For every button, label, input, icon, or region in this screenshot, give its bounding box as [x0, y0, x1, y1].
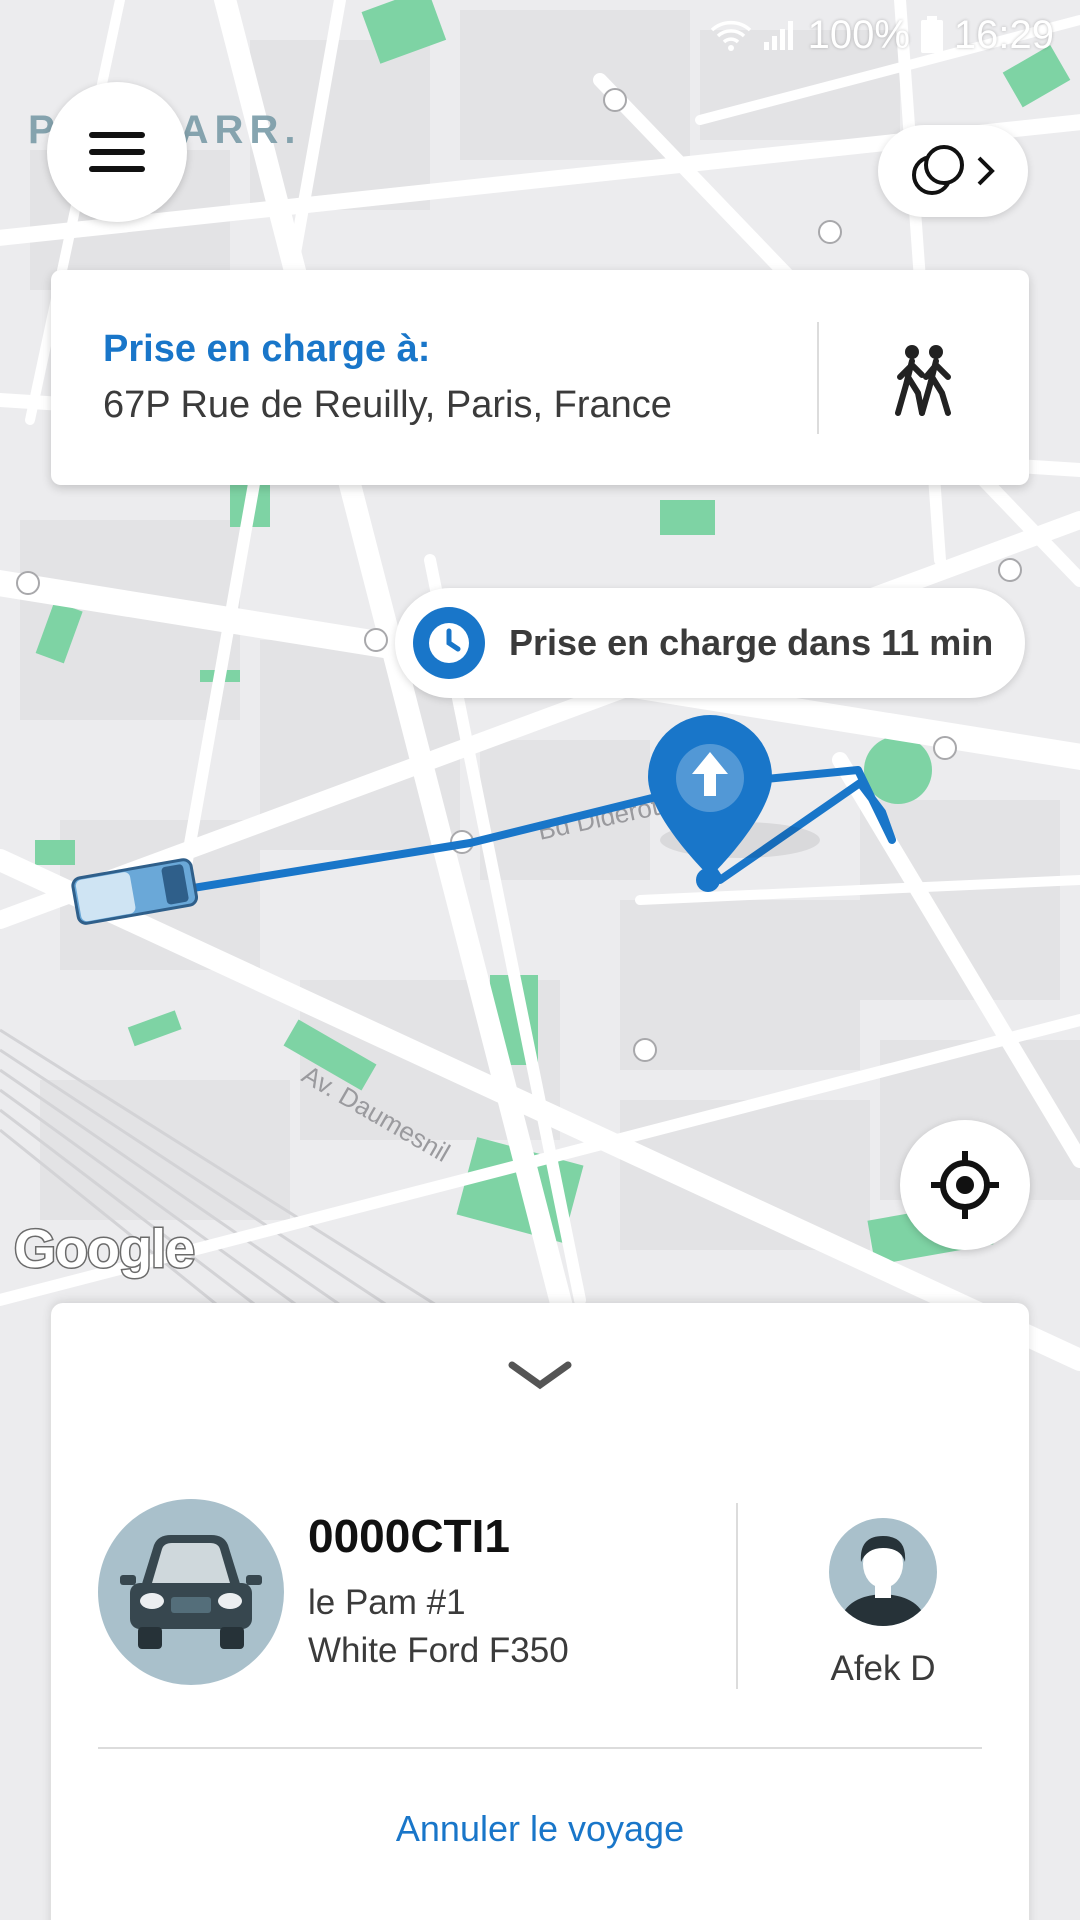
sheet-divider-horizontal: [98, 1747, 982, 1749]
pickup-card[interactable]: Prise en charge à: 67P Rue de Reuilly, P…: [51, 270, 1029, 485]
clock-time: 16:29: [953, 12, 1054, 57]
signal-icon: [763, 21, 793, 50]
vehicle-plate: 0000CTI1: [308, 1510, 511, 1562]
battery-icon: [920, 16, 943, 53]
trip-bottom-sheet: 0000CTI1 le Pam #1 White Ford F350 Afek …: [51, 1303, 1029, 1920]
hamburger-icon: [89, 132, 145, 172]
menu-button[interactable]: [47, 82, 187, 222]
vehicle-name: le Pam #1: [308, 1583, 466, 1622]
crosshair-icon: [931, 1151, 999, 1219]
chevron-down-icon: [508, 1361, 572, 1390]
collapse-sheet-button[interactable]: [500, 1351, 580, 1401]
driver-avatar[interactable]: [829, 1518, 937, 1626]
cancel-trip-button[interactable]: Annuler le voyage: [51, 1808, 1029, 1850]
pickup-divider: [817, 322, 819, 434]
status-bar: 100% 16:29: [0, 0, 1080, 70]
person-icon: [839, 1536, 927, 1626]
chevron-right-icon: [977, 156, 995, 186]
overlap-circles-icon: [912, 145, 964, 195]
car-front-icon: [120, 1535, 262, 1649]
wifi-icon: [710, 20, 751, 51]
pickup-address[interactable]: 67P Rue de Reuilly, Paris, France: [103, 384, 672, 427]
walking-people-icon: [895, 345, 951, 416]
vehicle-avatar: [98, 1499, 284, 1685]
battery-percent: 100%: [807, 12, 910, 57]
services-button[interactable]: [878, 125, 1028, 217]
google-logo: Google: [13, 1218, 197, 1281]
driver-name: Afek D: [830, 1649, 936, 1688]
my-location-button[interactable]: [900, 1120, 1030, 1250]
eta-text: Prise en charge dans 11 min: [509, 622, 994, 663]
pickup-title: Prise en charge à:: [103, 328, 431, 370]
clock-icon: [413, 607, 485, 679]
walking-directions-button[interactable]: [869, 330, 979, 430]
eta-pill: Prise en charge dans 11 min: [395, 588, 1025, 698]
vehicle-model: White Ford F350: [308, 1631, 569, 1670]
